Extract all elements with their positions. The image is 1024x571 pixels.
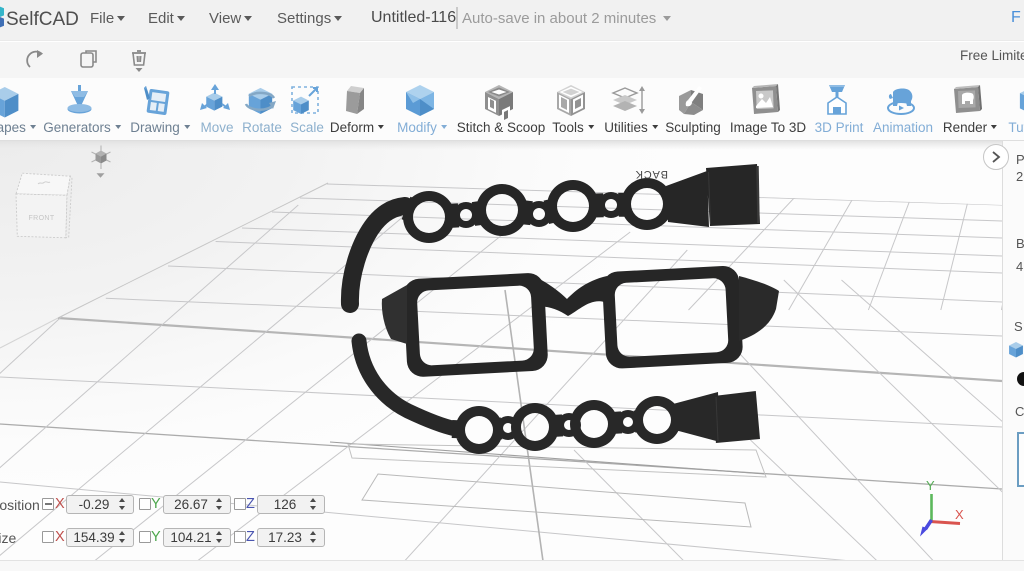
svg-text:X: X (955, 507, 964, 522)
svg-text:FRONT: FRONT (28, 215, 54, 222)
svg-text:BACK: BACK (635, 168, 668, 180)
svg-text:Y: Y (926, 478, 935, 493)
